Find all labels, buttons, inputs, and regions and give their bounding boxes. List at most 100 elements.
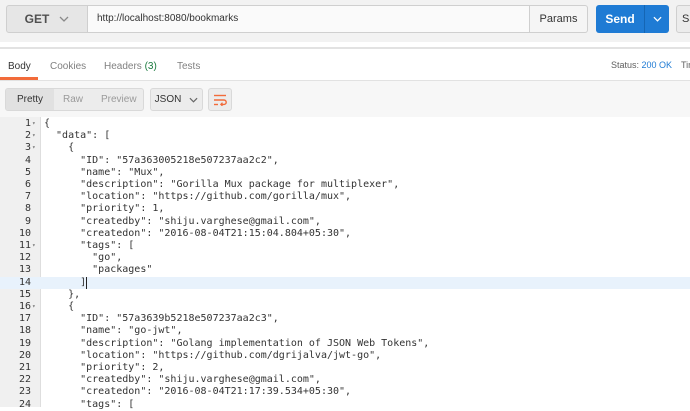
line-number: 17: [18, 313, 31, 325]
code-line: 22 "createdby": "shiju.varghese@gmail.co…: [0, 374, 690, 386]
code-text: "createdon": "2016-08-04T21:15:04.804+05…: [44, 227, 352, 239]
code-line: 16 ▾ {: [0, 301, 690, 313]
code-text: {: [44, 118, 51, 129]
code-line: 4 "ID": "57a363005218e507237aa2c2",: [0, 155, 690, 167]
tab-cookies[interactable]: Cookies: [50, 61, 86, 72]
code-text: "go",: [44, 252, 123, 264]
code-text: ]: [44, 276, 87, 288]
code-text: "name": "go-jwt",: [44, 325, 183, 337]
line-number: 1: [24, 118, 31, 129]
code-text: "createdon": "2016-08-04T21:17:39.534+05…: [44, 386, 352, 398]
response-toolbar: Pretty Raw Preview JSON: [0, 81, 690, 117]
code-line: 17 "ID": "57a3639b5218e507237aa2c3",: [0, 313, 690, 325]
code-line: 19 "description": "Golang implementation…: [0, 338, 690, 350]
line-number: 10: [18, 227, 31, 239]
tab-body[interactable]: Body: [8, 61, 31, 72]
code-text: {: [44, 142, 75, 154]
line-number: 9: [24, 215, 31, 227]
code-text: },: [44, 288, 81, 300]
view-pretty-button[interactable]: Pretty: [6, 89, 54, 110]
text-cursor: [86, 276, 88, 289]
code-text: "description": "Golang implementation of…: [44, 337, 430, 349]
code-text: "tags": [: [44, 240, 135, 251]
response-body-editor[interactable]: 1 ▾{2 ▾ "data": [3 ▾ {4 "ID": "57a363005218…: [0, 117, 690, 410]
line-number: 6: [24, 179, 31, 190]
line-number: 16: [18, 301, 31, 312]
line-number: 19: [18, 337, 31, 349]
send-button[interactable]: Send: [596, 5, 669, 33]
code-text: "data": [: [44, 130, 111, 142]
line-number: 24: [18, 398, 31, 410]
line-number: 2: [24, 130, 31, 142]
view-preview-button[interactable]: Preview: [101, 89, 137, 110]
code-line: 11 ▾ "tags": [: [0, 240, 690, 252]
format-label: JSON: [154, 94, 182, 105]
code-text: "priority": 1,: [44, 203, 165, 215]
url-input[interactable]: http://localhost:8080/bookmarks: [88, 5, 530, 33]
line-number: 18: [18, 325, 31, 337]
response-status: Status: 200 OK: [611, 60, 672, 70]
params-button[interactable]: Params: [530, 5, 588, 33]
code-line: 13 "packages": [0, 264, 690, 276]
code-text: "priority": 2,: [44, 362, 165, 373]
fold-toggle-icon[interactable]: ▾: [32, 142, 40, 154]
tab-tests[interactable]: Tests: [177, 61, 200, 72]
wrap-lines-icon: [214, 94, 227, 106]
line-number: 8: [24, 203, 31, 215]
line-number: 7: [24, 191, 31, 203]
line-number: 22: [18, 374, 31, 386]
line-number: 11: [18, 240, 31, 251]
code-line: 10 "createdon": "2016-08-04T21:15:04.804…: [0, 228, 690, 240]
method-dropdown[interactable]: GET: [6, 5, 88, 33]
view-raw-button[interactable]: Raw: [63, 89, 83, 110]
line-number: 23: [18, 386, 31, 398]
code-line: 14 ]: [0, 276, 690, 289]
save-button[interactable]: Sa: [676, 5, 690, 33]
code-line: 1 ▾ {: [0, 118, 690, 130]
code-line: 12 "go",: [0, 252, 690, 264]
code-line: 9 "createdby": "shiju.varghese@gmail.com…: [0, 216, 690, 228]
code-text: "createdby": "shiju.varghese@gmail.com",: [44, 374, 321, 386]
headers-count-badge: (3): [144, 61, 157, 72]
code-line: 23 "createdon": "2016-08-04T21:17:39.534…: [0, 386, 690, 398]
time-label: Tim: [681, 60, 690, 70]
method-label: GET: [24, 12, 50, 26]
format-dropdown[interactable]: JSON: [150, 88, 203, 111]
code-text: "ID": "57a363005218e507237aa2c2",: [44, 154, 279, 166]
line-number: 12: [18, 252, 31, 264]
code-text: "ID": "57a3639b5218e507237aa2c3",: [44, 313, 279, 325]
code-line: 2 ▾ "data": [: [0, 130, 690, 142]
code-text: "description": "Gorilla Mux package for …: [44, 179, 400, 190]
code-line: 7 "location": "https://github.com/gorill…: [0, 191, 690, 203]
code-line: 6 "description": "Gorilla Mux package fo…: [0, 179, 690, 191]
line-number: 4: [24, 154, 31, 166]
line-number: 5: [24, 166, 31, 178]
request-bar: GET http://localhost:8080/bookmarks Para…: [0, 0, 690, 42]
code-text: {: [44, 301, 75, 312]
code-text: "createdby": "shiju.varghese@gmail.com",: [44, 215, 321, 227]
wrap-lines-button[interactable]: [208, 88, 232, 111]
code-line: 21 "priority": 2,: [0, 362, 690, 374]
tab-headers[interactable]: Headers (3): [104, 61, 157, 72]
line-number: 21: [18, 362, 31, 373]
response-tabs: Body Cookies Headers (3) Tests Status: 2…: [0, 54, 690, 81]
code-line: 20 "location": "https://github.com/dgrij…: [0, 350, 690, 362]
chevron-down-icon: [59, 16, 69, 22]
fold-toggle-icon[interactable]: ▾: [32, 130, 40, 142]
fold-toggle-icon[interactable]: ▾: [32, 240, 40, 252]
active-tab-indicator: [0, 77, 38, 80]
line-number: 20: [18, 349, 31, 361]
line-number: 14: [18, 276, 31, 288]
send-options-chevron-icon[interactable]: [645, 14, 669, 24]
fold-toggle-icon[interactable]: ▾: [32, 118, 40, 130]
status-value: 200 OK: [641, 60, 673, 70]
code-line: 3 ▾ {: [0, 142, 690, 154]
line-number: 13: [18, 264, 31, 276]
code-line: 24 "tags": [: [0, 399, 690, 411]
code-line: 18 "name": "go-jwt",: [0, 325, 690, 337]
section-divider: [0, 47, 690, 49]
chevron-down-icon: [189, 97, 198, 103]
tab-headers-label: Headers: [104, 61, 142, 72]
fold-toggle-icon[interactable]: ▾: [32, 301, 40, 313]
code-line: 15 },: [0, 289, 690, 301]
